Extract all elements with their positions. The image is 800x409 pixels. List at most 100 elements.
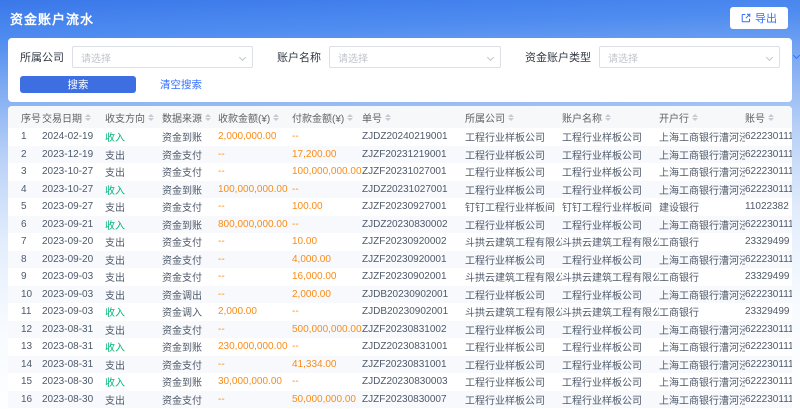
- cell-source: 资金支付: [162, 356, 218, 374]
- cell-account_no: 23329499: [745, 268, 792, 286]
- cell-company: 斗拱云建筑工程有限公司: [465, 233, 562, 251]
- cell-no: 2: [8, 146, 42, 164]
- cell-order_no: ZJDZ20230831001: [362, 338, 465, 356]
- column-label: 账户名称: [562, 110, 602, 125]
- sort-icon[interactable]: [605, 114, 611, 121]
- cell-account_name: 钉钉工程行业样板间: [562, 198, 659, 216]
- column-header-account_no[interactable]: 账号: [745, 106, 792, 128]
- cell-income: --: [218, 198, 292, 216]
- cell-source: 资金到账: [162, 373, 218, 391]
- column-header-bank[interactable]: 开户行: [659, 106, 745, 128]
- cell-income: --: [218, 268, 292, 286]
- cell-income: 2,000,000.00: [218, 128, 292, 146]
- cell-order_no: ZJZF20231027001: [362, 163, 465, 181]
- cell-account_name: 工程行业样板公司: [562, 216, 659, 234]
- cell-direction: 支出: [105, 251, 162, 269]
- sort-icon[interactable]: [205, 114, 211, 121]
- column-header-direction[interactable]: 收支方向: [105, 106, 162, 128]
- expand-filters-link[interactable]: 展开筛选: [794, 49, 800, 65]
- cell-no: 11: [8, 303, 42, 321]
- column-label: 付款金额(¥): [292, 110, 344, 125]
- chevron-down-icon: [487, 54, 494, 61]
- cell-no: 9: [8, 268, 42, 286]
- filter-label-company: 所属公司: [20, 49, 64, 65]
- cell-payment: 100,000,000.00: [292, 163, 362, 181]
- cell-company: 工程行业样板公司: [465, 216, 562, 234]
- column-header-company[interactable]: 所属公司: [465, 106, 562, 128]
- cell-payment: --: [292, 128, 362, 146]
- cell-account_name: 工程行业样板公司: [562, 163, 659, 181]
- cell-no: 3: [8, 163, 42, 181]
- column-header-payment[interactable]: 付款金额(¥): [292, 106, 362, 128]
- cell-account_name: 工程行业样板公司: [562, 146, 659, 164]
- cell-account_no: 622230111: [745, 391, 792, 409]
- cell-date: 2023-10-27: [42, 163, 105, 181]
- cell-direction: 支出: [105, 321, 162, 339]
- cell-account_no: 23329499: [745, 303, 792, 321]
- sort-icon[interactable]: [273, 114, 279, 121]
- column-header-account_name[interactable]: 账户名称: [562, 106, 659, 128]
- cell-date: 2023-08-31: [42, 356, 105, 374]
- table-row: 52023-09-27支出资金支付--100.00ZJZF20230927001…: [8, 198, 792, 216]
- company-select[interactable]: 请选择: [72, 46, 253, 68]
- column-header-income[interactable]: 收款金额(¥): [218, 106, 292, 128]
- column-header-order_no[interactable]: 单号: [362, 106, 465, 128]
- cell-payment: --: [292, 181, 362, 199]
- cell-bank: 上海工商银行漕河泾支行: [659, 286, 745, 304]
- sort-icon[interactable]: [508, 114, 514, 121]
- account-name-select[interactable]: 请选择: [329, 46, 501, 68]
- cell-direction: 支出: [105, 233, 162, 251]
- cell-direction: 收入: [105, 181, 162, 199]
- cell-income: --: [218, 286, 292, 304]
- cell-income: 100,000,000.00: [218, 181, 292, 199]
- filter-actions: 搜索 清空搜索: [20, 76, 780, 93]
- sort-icon[interactable]: [347, 114, 353, 121]
- cell-company: 工程行业样板公司: [465, 146, 562, 164]
- cell-direction: 收入: [105, 216, 162, 234]
- cell-payment: 500,000,000.00: [292, 321, 362, 339]
- cell-account_no: 622230111: [745, 216, 792, 234]
- cell-order_no: ZJZF20230831002: [362, 321, 465, 339]
- cell-no: 1: [8, 128, 42, 146]
- table-row: 142023-08-31支出资金支付--41,334.00ZJZF2023083…: [8, 356, 792, 374]
- column-label: 账号: [745, 110, 765, 125]
- cell-company: 斗拱云建筑工程有限公司: [465, 303, 562, 321]
- cell-payment: 41,334.00: [292, 356, 362, 374]
- column-label: 收款金额(¥): [218, 110, 270, 125]
- cell-no: 16: [8, 391, 42, 409]
- cell-account_name: 斗拱云建筑工程有限公司: [562, 268, 659, 286]
- column-header-source[interactable]: 数据来源: [162, 106, 218, 128]
- cell-order_no: ZJDZ20230830002: [362, 216, 465, 234]
- cell-bank: 上海工商银行漕河泾支行: [659, 338, 745, 356]
- column-label: 收支方向: [105, 110, 145, 125]
- cell-order_no: ZJZF20230927001: [362, 198, 465, 216]
- cell-bank: 工商银行: [659, 303, 745, 321]
- cell-order_no: ZJZF20230830007: [362, 391, 465, 409]
- account-type-select[interactable]: 请选择: [599, 46, 780, 68]
- sort-icon[interactable]: [148, 114, 154, 121]
- cell-order_no: ZJZF20230902001: [362, 268, 465, 286]
- chevron-down-icon: [239, 54, 246, 61]
- clear-search-button[interactable]: 清空搜索: [150, 76, 212, 93]
- sort-icon[interactable]: [768, 114, 774, 121]
- cell-no: 7: [8, 233, 42, 251]
- cell-no: 4: [8, 181, 42, 199]
- column-header-date[interactable]: 交易日期: [42, 106, 105, 128]
- export-button[interactable]: 导出: [730, 7, 788, 29]
- sort-icon[interactable]: [85, 114, 91, 121]
- page-title: 资金账户流水: [10, 9, 94, 28]
- cell-date: 2023-10-27: [42, 181, 105, 199]
- cell-direction: 收入: [105, 373, 162, 391]
- cell-bank: 上海工商银行漕河泾支行: [659, 181, 745, 199]
- search-button[interactable]: 搜索: [20, 76, 136, 93]
- column-label: 开户行: [659, 110, 689, 125]
- cell-account_name: 斗拱云建筑工程有限公司: [562, 233, 659, 251]
- table-row: 112023-09-03收入资金调入2,000.00--ZJDB20230902…: [8, 303, 792, 321]
- sort-icon[interactable]: [692, 114, 698, 121]
- cell-bank: 上海工商银行漕河泾支行: [659, 128, 745, 146]
- cell-order_no: ZJZF20230831001: [362, 356, 465, 374]
- cell-direction: 支出: [105, 268, 162, 286]
- cell-no: 13: [8, 338, 42, 356]
- sort-icon[interactable]: [385, 114, 391, 121]
- flow-table: 序号交易日期收支方向数据来源收款金额(¥)付款金额(¥)单号所属公司账户名称开户…: [8, 106, 792, 409]
